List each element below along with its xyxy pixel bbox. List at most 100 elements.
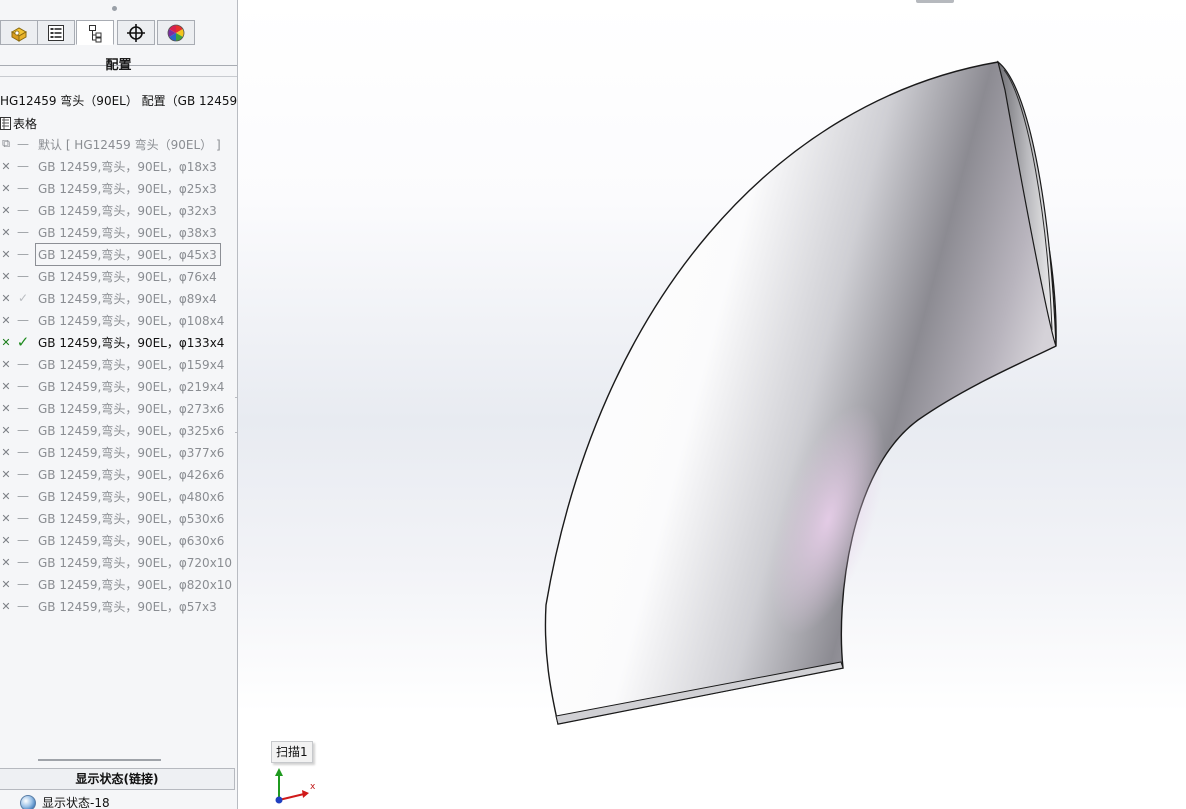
dash-icon: — <box>17 401 29 415</box>
configuration-row[interactable]: ✕ — GB 12459,弯头，90EL，φ820x10 <box>0 573 237 595</box>
configuration-root[interactable]: HG12459 弯头（90EL） 配置（GB 12459,弯 <box>0 92 237 109</box>
configuration-row[interactable]: ✕ — GB 12459,弯头，90EL，φ426x6 <box>0 463 237 485</box>
configuration-label: GB 12459,弯头，90EL，φ426x6 <box>38 467 225 482</box>
configuration-row[interactable]: ⧉ — 默认 [ HG12459 弯头（90EL） ] <box>0 133 237 155</box>
dash-icon: — <box>17 599 29 613</box>
configuration-row[interactable]: ✕ — GB 12459,弯头，90EL，φ377x6 <box>0 441 237 463</box>
suppressed-x-icon: ✕ <box>1 269 11 283</box>
configuration-row[interactable]: ✕ — GB 12459,弯头，90EL，φ45x3 <box>0 242 237 266</box>
display-state-item[interactable]: 显示状态-18 <box>20 794 110 809</box>
graphics-viewport[interactable]: 扫描1 x <box>238 0 1186 809</box>
tab-property-manager[interactable] <box>37 20 75 45</box>
tab-display-manager[interactable] <box>157 20 195 45</box>
suppressed-x-icon: ✕ <box>1 489 11 503</box>
configuration-label: GB 12459,弯头，90EL，φ32x3 <box>38 203 217 218</box>
configuration-label: GB 12459,弯头，90EL，φ25x3 <box>38 181 217 196</box>
dash-icon: — <box>17 555 29 569</box>
triad-x-label: x <box>310 782 316 792</box>
configuration-label: GB 12459,弯头，90EL，φ45x3 <box>35 242 221 266</box>
dash-icon: — <box>17 533 29 547</box>
configuration-label: GB 12459,弯头，90EL，φ377x6 <box>38 445 225 460</box>
dash-icon: — <box>17 269 29 283</box>
suppressed-x-icon: ✕ <box>1 335 11 349</box>
tables-folder-label: 表格 <box>13 116 38 131</box>
configuration-row[interactable]: ✕ — GB 12459,弯头，90EL，φ32x3 <box>0 199 237 221</box>
suppressed-x-icon: ✕ <box>1 291 11 305</box>
display-state-icon <box>20 794 36 809</box>
tab-configuration-manager[interactable] <box>76 20 114 45</box>
configuration-row[interactable]: ✕ — GB 12459,弯头，90EL，φ57x3 <box>0 595 237 617</box>
configuration-label: GB 12459,弯头，90EL，φ530x6 <box>38 511 225 526</box>
configuration-label: GB 12459,弯头，90EL，φ159x4 <box>38 357 225 372</box>
checkmark-icon: ✓ <box>16 333 30 351</box>
configuration-row[interactable]: ✕ — GB 12459,弯头，90EL，φ480x6 <box>0 485 237 507</box>
configuration-row[interactable]: ✕ ✓ GB 12459,弯头，90EL，φ133x4 <box>0 331 237 353</box>
configuration-label: 默认 [ HG12459 弯头（90EL） ] <box>38 137 221 152</box>
tab-dimxpert-manager[interactable] <box>117 20 155 45</box>
dash-icon: — <box>17 247 29 261</box>
tab-feature-manager[interactable] <box>0 20 38 45</box>
display-state-header[interactable]: 显示状态(链接) <box>0 768 235 790</box>
configuration-icon <box>89 24 102 42</box>
configuration-label: GB 12459,弯头，90EL，φ325x6 <box>38 423 225 438</box>
configuration-row[interactable]: ✕ — GB 12459,弯头，90EL，φ720x10 <box>0 551 237 573</box>
configuration-row[interactable]: ✕ — GB 12459,弯头，90EL，φ325x6 <box>0 419 237 441</box>
suppressed-x-icon: ✕ <box>1 247 11 261</box>
property-list-icon <box>48 24 64 41</box>
manager-tabs <box>0 20 237 66</box>
suppressed-x-icon: ✕ <box>1 379 11 393</box>
configuration-row[interactable]: ✕ — GB 12459,弯头，90EL，φ38x3 <box>0 221 237 243</box>
configuration-manager-panel: 配置 HG12459 弯头（90EL） 配置（GB 12459,弯 表格 ⧉ — 默… <box>0 0 238 809</box>
suppressed-x-icon: ✕ <box>1 467 11 481</box>
configuration-label: GB 12459,弯头，90EL，φ38x3 <box>38 225 217 240</box>
dash-icon: — <box>17 137 29 151</box>
suppressed-x-icon: ✕ <box>1 555 11 569</box>
suppressed-x-icon: ✕ <box>1 357 11 371</box>
configuration-label: GB 12459,弯头，90EL，φ89x4 <box>38 291 217 306</box>
suppressed-x-icon: ✕ <box>1 181 11 195</box>
configuration-row[interactable]: ✕ — GB 12459,弯头，90EL，φ219x4 <box>0 375 237 397</box>
feature-tooltip: 扫描1 <box>271 741 313 763</box>
dash-icon: — <box>17 577 29 591</box>
color-wheel-icon <box>167 24 185 41</box>
configuration-label: GB 12459,弯头，90EL，φ820x10 <box>38 577 233 592</box>
configuration-row[interactable]: ✕ — GB 12459,弯头，90EL，φ273x6 <box>0 397 237 419</box>
configuration-label: GB 12459,弯头，90EL，φ108x4 <box>38 313 225 328</box>
panel-title: 配置 <box>105 58 132 73</box>
configuration-label: GB 12459,弯头，90EL，φ133x4 <box>38 335 225 350</box>
suppressed-x-icon: ✕ <box>1 401 11 415</box>
suppressed-x-icon: ✕ <box>1 577 11 591</box>
elbow-model[interactable] <box>238 0 1186 809</box>
copy-icon: ⧉ <box>2 137 10 150</box>
dash-icon: — <box>17 225 29 239</box>
tables-folder[interactable]: 表格 <box>0 114 37 132</box>
configuration-row[interactable]: ✕ — GB 12459,弯头，90EL，φ25x3 <box>0 177 237 199</box>
configuration-row[interactable]: ✕ — GB 12459,弯头，90EL，φ108x4 <box>0 309 237 331</box>
configuration-label: GB 12459,弯头，90EL，φ720x10 <box>38 555 233 570</box>
dash-icon: — <box>17 203 29 217</box>
dash-icon: — <box>17 467 29 481</box>
panel-splitter[interactable] <box>38 759 161 761</box>
configuration-row[interactable]: ✕ — GB 12459,弯头，90EL，φ530x6 <box>0 507 237 529</box>
dash-icon: — <box>17 313 29 327</box>
suppressed-x-icon: ✕ <box>1 225 11 239</box>
configuration-row[interactable]: ✕ — GB 12459,弯头，90EL，φ18x3 <box>0 155 237 177</box>
suppressed-x-icon: ✕ <box>1 203 11 217</box>
configuration-row[interactable]: ✕ ✓ GB 12459,弯头，90EL，φ89x4 <box>0 287 237 309</box>
dash-icon: — <box>17 357 29 371</box>
configuration-label: GB 12459,弯头，90EL，φ57x3 <box>38 599 217 614</box>
table-icon <box>0 116 11 130</box>
suppressed-x-icon: ✕ <box>1 313 11 327</box>
configuration-row[interactable]: ✕ — GB 12459,弯头，90EL，φ630x6 <box>0 529 237 551</box>
suppressed-x-icon: ✕ <box>1 511 11 525</box>
title-divider <box>0 76 237 77</box>
dash-icon: — <box>17 159 29 173</box>
dash-icon: — <box>17 489 29 503</box>
configuration-row[interactable]: ✕ — GB 12459,弯头，90EL，φ159x4 <box>0 353 237 375</box>
dash-icon: — <box>17 181 29 195</box>
panel-grip[interactable] <box>112 6 117 11</box>
dash-icon: — <box>17 379 29 393</box>
feature-tree-icon <box>10 26 28 42</box>
dash-icon: — <box>17 423 29 437</box>
configuration-row[interactable]: ✕ — GB 12459,弯头，90EL，φ76x4 <box>0 265 237 287</box>
